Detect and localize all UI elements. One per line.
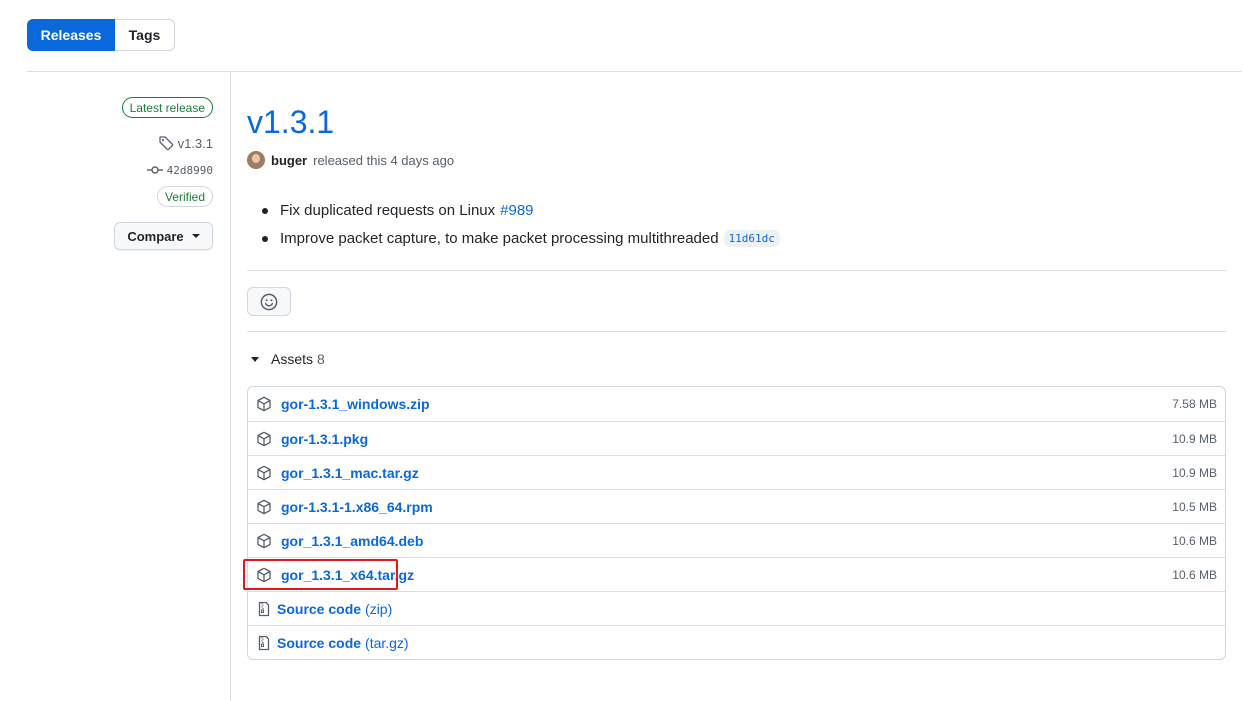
package-icon [257, 567, 271, 582]
assets-count: 8 [317, 351, 325, 367]
commit-sha-link[interactable]: 11d61dc [723, 229, 780, 247]
release-byline: buger released this 4 days ago [247, 151, 454, 169]
divider [247, 331, 1226, 332]
divider [247, 270, 1226, 271]
asset-size: 10.9 MB [1172, 465, 1217, 480]
asset-row: gor-1.3.1-1.x86_64.rpm 10.5 MB [248, 489, 1225, 523]
note-text: Fix duplicated requests on Linux [280, 201, 496, 219]
asset-row: gor_1.3.1_amd64.deb 10.6 MB [248, 523, 1225, 557]
asset-link[interactable]: gor-1.3.1.pkg [281, 431, 368, 447]
tab-tags[interactable]: Tags [115, 19, 175, 51]
source-suffix: (zip) [365, 600, 393, 617]
package-icon [257, 533, 271, 548]
tag-icon [158, 136, 173, 151]
asset-link[interactable]: gor_1.3.1_mac.tar.gz [281, 465, 419, 481]
author-link[interactable]: buger [271, 153, 307, 168]
asset-link[interactable]: gor_1.3.1_x64.tar.gz [281, 567, 414, 583]
asset-link[interactable]: gor-1.3.1_windows.zip [281, 396, 430, 412]
package-icon [257, 465, 271, 480]
asset-row: gor_1.3.1_x64.tar.gz 10.6 MB [243, 557, 1225, 591]
asset-row: gor-1.3.1.pkg 10.9 MB [248, 421, 1225, 455]
avatar[interactable] [247, 151, 265, 169]
release-notes: Fix duplicated requests on Linux #989 Im… [260, 196, 780, 252]
latest-release-badge: Latest release [121, 97, 213, 118]
column-divider [230, 71, 231, 701]
asset-row: gor-1.3.1_windows.zip 7.58 MB [248, 387, 1225, 421]
asset-size: 7.58 MB [1172, 397, 1217, 411]
source-code-link[interactable]: Source code (tar.gz) [277, 635, 409, 651]
compare-label: Compare [127, 228, 184, 244]
list-item: Improve packet capture, to make packet p… [260, 224, 780, 252]
compare-button[interactable]: Compare [114, 222, 213, 250]
source-code-link[interactable]: Source code (zip) [277, 601, 392, 617]
assets-label: Assets [271, 351, 314, 367]
file-zip-icon [258, 635, 270, 650]
tag-label: v1.3.1 [177, 135, 213, 151]
chevron-down-icon [191, 234, 200, 238]
note-text: Improve packet capture, to make packet p… [280, 229, 719, 247]
file-zip-icon [258, 601, 270, 616]
caret-down-icon [251, 356, 259, 362]
package-icon [257, 431, 271, 446]
commit-link[interactable]: 42d8990 [146, 162, 213, 178]
asset-row: Source code (zip) [248, 591, 1225, 625]
asset-row: Source code (tar.gz) [248, 625, 1225, 659]
package-icon [257, 396, 271, 412]
add-reaction-button[interactable] [247, 287, 291, 316]
commit-sha: 42d8990 [166, 163, 213, 177]
tag-link[interactable]: v1.3.1 [158, 135, 213, 151]
tab-releases[interactable]: Releases [27, 19, 115, 51]
release-title[interactable]: v1.3.1 [247, 104, 334, 141]
divider [27, 71, 1242, 72]
list-item: Fix duplicated requests on Linux #989 [260, 196, 780, 224]
assets-list: gor-1.3.1_windows.zip 7.58 MB gor-1.3.1.… [243, 386, 1226, 660]
source-suffix: (tar.gz) [365, 634, 409, 651]
release-tabs: Releases Tags [27, 19, 175, 51]
smiley-icon [260, 293, 278, 310]
issue-link[interactable]: #989 [500, 202, 533, 219]
assets-toggle[interactable]: Assets 8 [251, 351, 325, 367]
released-text: released this 4 days ago [313, 152, 455, 168]
asset-size: 10.9 MB [1172, 431, 1217, 446]
asset-link[interactable]: gor-1.3.1-1.x86_64.rpm [281, 499, 433, 515]
asset-row: gor_1.3.1_mac.tar.gz 10.9 MB [248, 455, 1225, 489]
source-label: Source code [277, 600, 362, 617]
asset-size: 10.6 MB [1172, 533, 1217, 548]
source-label: Source code [277, 634, 362, 651]
package-icon [257, 499, 271, 514]
verified-badge[interactable]: Verified [156, 186, 213, 207]
commit-icon [146, 166, 163, 174]
asset-link[interactable]: gor_1.3.1_amd64.deb [281, 533, 423, 549]
asset-size: 10.5 MB [1172, 499, 1217, 514]
asset-size: 10.6 MB [1172, 567, 1217, 582]
